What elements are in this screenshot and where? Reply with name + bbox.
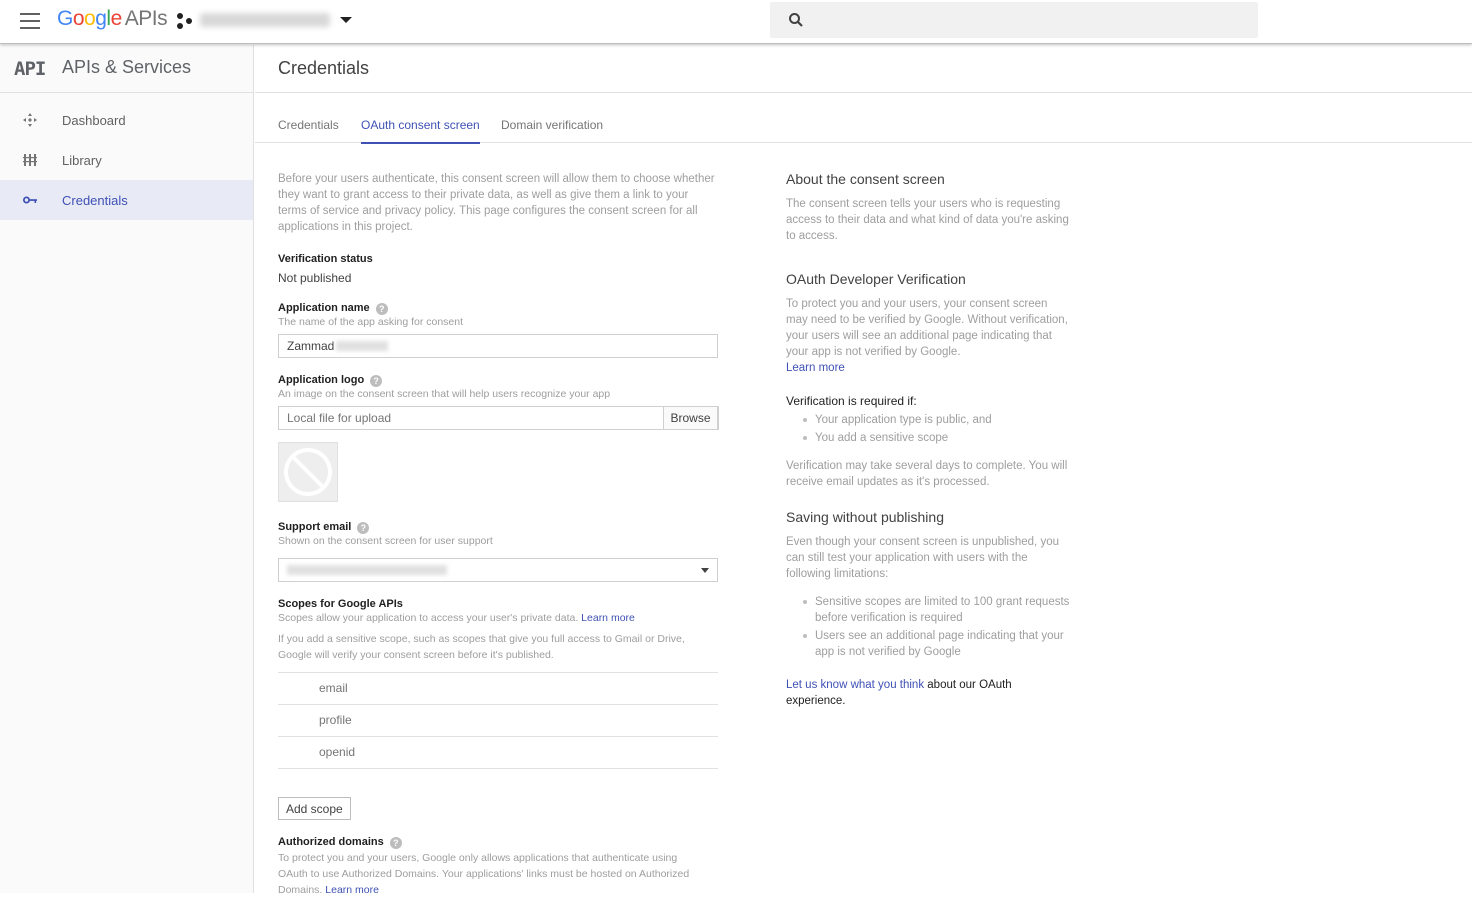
logo-google: Google (57, 7, 122, 30)
main-content: Credentials Credentials OAuth consent sc… (255, 45, 1472, 896)
dev-learn-more-link[interactable]: Learn more (786, 362, 845, 374)
domains-learn-more-link[interactable]: Learn more (325, 884, 379, 896)
scope-row: profile (278, 704, 718, 736)
feedback-text: Let us know what you think about our OAu… (786, 677, 1036, 709)
saving-text: Even though your consent screen is unpub… (786, 536, 1059, 580)
scopes-note: If you add a sensitive scope, such as sc… (278, 633, 685, 661)
support-email-select[interactable] (278, 558, 718, 582)
support-email-label-text: Support email (278, 521, 352, 533)
dashboard-icon (23, 113, 37, 127)
chevron-down-icon (701, 568, 709, 573)
library-icon (23, 154, 37, 166)
api-logo: API (14, 58, 46, 80)
logo-apis: APIs (124, 7, 168, 30)
logo-file-input[interactable]: Local file for upload Browse (278, 406, 719, 430)
days-text: Verification may take several days to co… (786, 460, 1068, 488)
logo-file-placeholder: Local file for upload (287, 411, 392, 425)
help-icon[interactable]: ? (389, 837, 402, 849)
support-email-label: Support email? (278, 521, 370, 534)
list-item: Sensitive scopes are limited to 100 gran… (786, 594, 1076, 626)
top-bar: Google APIs (0, 0, 1472, 44)
search-icon[interactable] (788, 12, 804, 28)
dev-verification-title: OAuth Developer Verification (786, 271, 966, 287)
sidebar-title: APIs & Services (62, 57, 192, 77)
list-item: Users see an additional page indicating … (786, 628, 1076, 660)
key-icon (23, 196, 37, 204)
search-bar[interactable] (770, 2, 1258, 38)
no-image-icon (284, 448, 332, 496)
help-icon[interactable]: ? (375, 303, 388, 315)
project-icon (177, 13, 192, 29)
scope-row: email (278, 672, 718, 704)
authorized-domains-label: Authorized domains? (278, 836, 402, 849)
scopes-divider (278, 768, 718, 769)
browse-button[interactable]: Browse (663, 406, 718, 430)
app-name-hint: The name of the app asking for consent (278, 316, 464, 328)
saving-list: Sensitive scopes are limited to 100 gran… (786, 594, 1076, 662)
app-name-label: Application name? (278, 302, 388, 315)
required-title: Verification is required if: (786, 394, 917, 408)
app-name-label-text: Application name (278, 302, 370, 314)
scope-row: openid (278, 736, 718, 768)
authorized-domains-label-text: Authorized domains (278, 836, 384, 848)
sidebar-item-dashboard[interactable]: Dashboard (0, 100, 253, 140)
app-logo-label: Application logo? (278, 374, 383, 387)
authorized-domains-hint: To protect you and your users, Google on… (278, 850, 708, 898)
help-icon[interactable]: ? (357, 522, 370, 534)
app-logo-hint: An image on the consent screen that will… (278, 388, 611, 400)
scopes-hint: Scopes allow your application to access … (278, 612, 635, 624)
app-logo-label-text: Application logo (278, 374, 365, 386)
verification-status-value: Not published (278, 271, 352, 285)
scopes-label: Scopes for Google APIs (278, 598, 403, 610)
app-name-value: Zammad (287, 339, 335, 353)
tab-domain-verification[interactable]: Domain verification (501, 118, 603, 142)
project-name-blurred[interactable] (200, 13, 330, 27)
page-title: Credentials (278, 58, 370, 78)
dev-verification-text: To protect you and your users, your cons… (786, 296, 1071, 376)
about-title: About the consent screen (786, 171, 945, 187)
help-icon[interactable]: ? (370, 375, 383, 387)
add-scope-button[interactable]: Add scope (278, 797, 351, 820)
scopes-learn-more-link[interactable]: Learn more (581, 612, 635, 624)
project-dropdown-caret-icon[interactable] (340, 17, 352, 23)
sidebar-item-label: Library (62, 153, 102, 168)
saving-title: Saving without publishing (786, 509, 944, 525)
support-email-hint: Shown on the consent screen for user sup… (278, 535, 493, 547)
tab-credentials[interactable]: Credentials (278, 118, 339, 142)
sidebar-item-label: Dashboard (62, 113, 126, 128)
list-item: Your application type is public, and (786, 412, 1076, 428)
intro-text: Before your users authenticate, this con… (278, 173, 715, 233)
sidebar: API APIs & Services Dashboard Library Cr… (0, 45, 254, 893)
menu-icon[interactable] (20, 13, 40, 29)
tab-oauth-consent-screen[interactable]: OAuth consent screen (361, 118, 480, 144)
list-item: You add a sensitive scope (786, 430, 1076, 446)
dev-verification-body: To protect you and your users, your cons… (786, 298, 1068, 358)
about-text: The consent screen tells your users who … (786, 198, 1069, 242)
sidebar-item-library[interactable]: Library (0, 140, 253, 180)
sidebar-item-credentials[interactable]: Credentials (0, 180, 253, 220)
tab-bar: Credentials OAuth consent screen Domain … (255, 107, 1472, 144)
blurred-text (336, 341, 389, 351)
app-name-input[interactable]: Zammad (278, 334, 718, 358)
logo-preview (278, 442, 338, 502)
scopes-hint-text: Scopes allow your application to access … (278, 612, 579, 624)
required-list: Your application type is public, and You… (786, 412, 1076, 448)
feedback-link[interactable]: Let us know what you think (786, 679, 924, 691)
sidebar-nav: Dashboard Library Credentials (0, 93, 253, 220)
page-header: Credentials (255, 45, 1472, 93)
sidebar-item-label: Credentials (62, 193, 128, 208)
verification-status-label: Verification status (278, 253, 373, 265)
sidebar-header: API APIs & Services (0, 45, 253, 93)
google-apis-logo[interactable]: Google APIs (57, 7, 168, 31)
blurred-text (287, 565, 447, 575)
